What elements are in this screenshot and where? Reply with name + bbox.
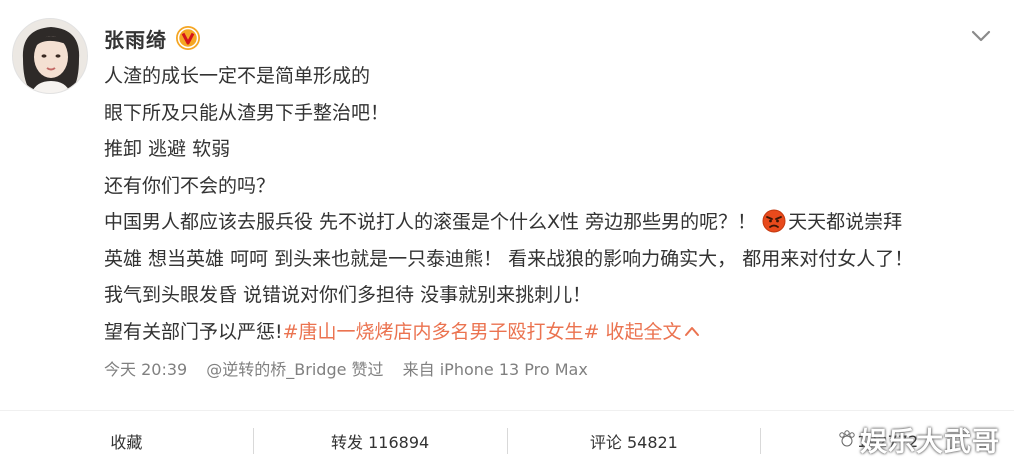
post-line: 我气到头眼发昏 说错说对你们多担待 没事就别来挑刺儿！: [104, 284, 592, 306]
weibo-post-card: 张雨绮 人渣的成长一定不是简单形成的 眼下所及只能从渣男下手整治吧！ 推卸 逃避…: [0, 0, 1014, 471]
post-line: 人渣的成长一定不是简单形成的: [104, 65, 371, 87]
watermark: 娱乐大武哥: [838, 420, 1000, 459]
angry-face-emoji-icon: [762, 209, 786, 233]
post-text: 天天都说崇拜: [788, 211, 903, 233]
post-text: 中国男人都应该去服兵役 先不说打人的滚蛋是个什么X性 旁边那些男的呢？！: [104, 211, 757, 233]
comment-label: 评论 54821: [589, 433, 678, 452]
post-time[interactable]: 今天 20:39: [104, 360, 187, 379]
avatar[interactable]: [12, 18, 88, 94]
post-meta: 今天 20:39 @逆转的桥_Bridge 赞过 来自 iPhone 13 Pr…: [104, 356, 602, 380]
post-text: 望有关部门予以严惩!: [104, 320, 283, 343]
topic-link[interactable]: #唐山一烧烤店内多名男子殴打女生#: [283, 321, 600, 343]
favorite-label: 收藏: [110, 433, 143, 452]
avatar-portrait-icon: [13, 19, 87, 93]
post-line: 眼下所及只能从渣男下手整治吧！: [104, 101, 390, 124]
repost-label: 转发 116894: [331, 433, 430, 452]
comment-button[interactable]: 评论 54821: [508, 418, 761, 464]
post-source: 来自 iPhone 13 Pro Max: [402, 360, 588, 379]
author-name[interactable]: 张雨绮: [104, 24, 167, 53]
collapse-link[interactable]: 收起全文: [606, 321, 700, 343]
post-line: 还有你们不会的吗？: [104, 174, 276, 197]
watermark-text: 娱乐大武哥: [860, 427, 1000, 458]
post-line: 望有关部门予以严惩!#唐山一烧烤店内多名男子殴打女生# 收起全文: [104, 314, 994, 351]
favorite-button[interactable]: 收藏: [0, 418, 253, 464]
repost-button[interactable]: 转发 116894: [254, 418, 507, 464]
collapse-label: 收起全文: [605, 320, 682, 343]
divider: [0, 410, 1014, 411]
verified-badge-icon[interactable]: [175, 25, 201, 51]
post-content: 人渣的成长一定不是简单形成的 眼下所及只能从渣男下手整治吧！ 推卸 逃避 软弱 …: [104, 58, 994, 350]
liked-by[interactable]: @逆转的桥_Bridge 赞过: [206, 360, 383, 379]
post-line: 英雄 想当英雄 呵呵 到头来也就是一只泰迪熊！ 看来战狼的影响力确实大， 都用来…: [104, 247, 914, 270]
chevron-down-icon[interactable]: [970, 28, 992, 44]
chevron-up-icon: [684, 326, 699, 336]
paw-icon: [839, 430, 855, 447]
post-line: 推卸 逃避 软弱: [104, 138, 231, 160]
post-line: 中国男人都应该去服兵役 先不说打人的滚蛋是个什么X性 旁边那些男的呢？！ 天天都…: [104, 204, 994, 241]
author-row: 张雨绮: [104, 22, 201, 54]
